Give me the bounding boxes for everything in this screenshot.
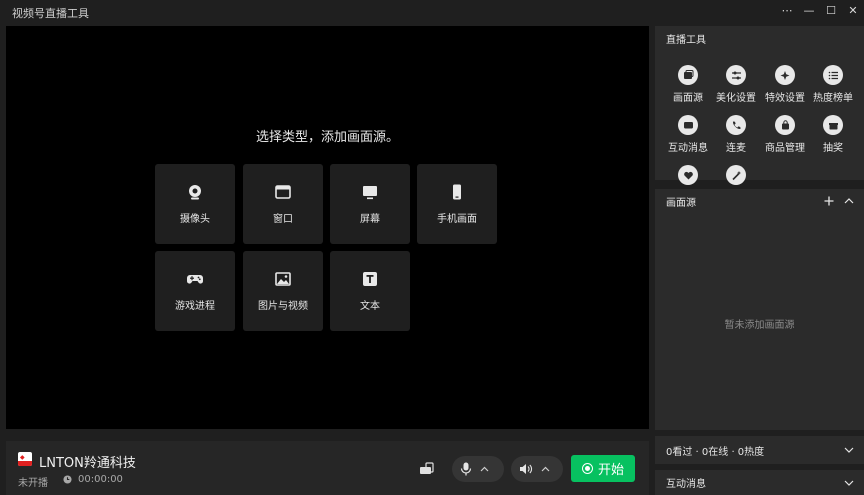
minimize-icon[interactable]: — bbox=[798, 0, 820, 20]
start-live-button[interactable]: 开始 bbox=[571, 455, 635, 482]
tool-products[interactable]: 商品管理 bbox=[759, 115, 811, 154]
tool-label: 特效设置 bbox=[765, 93, 805, 104]
interaction-panel[interactable]: 互动消息 bbox=[655, 470, 864, 495]
source-tile-screen[interactable]: 屏幕 bbox=[330, 164, 410, 244]
source-tile-text[interactable]: 文本 bbox=[330, 251, 410, 331]
tool-source[interactable]: 画面源 bbox=[662, 65, 714, 104]
image-icon bbox=[275, 272, 291, 286]
bottom-bar: ◆ LNTON羚通科技 未开播 00:00:00 开始 bbox=[6, 441, 649, 495]
sources-panel: 画面源 暂未添加画面源 bbox=[655, 189, 864, 430]
tools-grid: 画面源 美化设置 特效设置 热度榜单 互动消息 连麦 商品管理 抽奖 bbox=[655, 50, 864, 185]
speaker-control[interactable] bbox=[511, 456, 563, 482]
live-tools-panel: 直播工具 画面源 美化设置 特效设置 热度榜单 互动消息 连麦 商品管理 抽奖 bbox=[655, 26, 864, 185]
source-tile-game[interactable]: 游戏进程 bbox=[155, 251, 235, 331]
speaker-icon bbox=[520, 464, 533, 474]
live-tools-title: 直播工具 bbox=[666, 34, 706, 46]
shopping-bag-icon bbox=[781, 119, 789, 129]
chevron-down-icon[interactable] bbox=[844, 445, 854, 455]
source-label: 文本 bbox=[360, 301, 380, 312]
microphone-icon bbox=[460, 462, 472, 476]
tool-lottery[interactable]: 抽奖 bbox=[807, 115, 859, 154]
chevron-up-icon[interactable] bbox=[480, 466, 489, 472]
add-source-prompt: 选择类型，添加画面源。 bbox=[255, 130, 399, 145]
live-status: 未开播 bbox=[18, 478, 48, 489]
start-label: 开始 bbox=[597, 463, 624, 478]
tool-magic[interactable] bbox=[710, 165, 762, 189]
text-icon bbox=[363, 272, 377, 286]
tool-co-host[interactable]: 连麦 bbox=[710, 115, 762, 154]
list-icon bbox=[828, 71, 838, 79]
add-icon[interactable] bbox=[824, 196, 834, 206]
gift-icon bbox=[828, 122, 838, 129]
source-tile-image-video[interactable]: 图片与视频 bbox=[243, 251, 323, 331]
source-label: 窗口 bbox=[273, 214, 293, 225]
gamepad-icon bbox=[186, 275, 204, 284]
phone-icon bbox=[453, 184, 461, 200]
app-title: 视频号直播工具 bbox=[12, 7, 89, 20]
rotate-screen-icon[interactable] bbox=[419, 460, 435, 476]
source-label: 游戏进程 bbox=[175, 301, 215, 312]
record-icon bbox=[581, 463, 593, 474]
sliders-icon bbox=[731, 71, 741, 79]
source-icon bbox=[683, 69, 693, 79]
brand-logo: ◆ bbox=[18, 452, 32, 466]
sources-title: 画面源 bbox=[666, 197, 696, 209]
chevron-down-icon[interactable] bbox=[844, 478, 854, 488]
microphone-control[interactable] bbox=[452, 456, 504, 482]
brand-name: LNTON羚通科技 bbox=[39, 456, 136, 471]
call-icon bbox=[732, 121, 740, 129]
source-tile-phone[interactable]: 手机画面 bbox=[417, 164, 497, 244]
tool-effects[interactable]: 特效设置 bbox=[759, 65, 811, 104]
live-timer: 00:00:00 bbox=[78, 474, 123, 485]
tool-label: 美化设置 bbox=[716, 93, 756, 104]
preview-canvas: 选择类型，添加画面源。 摄像头 窗口 屏幕 手机画面 游戏进程 图片与视频 文本 bbox=[6, 26, 649, 429]
message-icon bbox=[683, 121, 693, 128]
stats-text: 0看过 · 0在线 · 0热度 bbox=[666, 446, 765, 458]
monitor-icon bbox=[363, 186, 377, 200]
tool-heat-ranking[interactable]: 热度榜单 bbox=[807, 65, 859, 104]
more-icon[interactable]: ⋯ bbox=[776, 0, 798, 20]
source-tile-camera[interactable]: 摄像头 bbox=[155, 164, 235, 244]
close-icon[interactable]: ✕ bbox=[842, 0, 864, 20]
tool-label: 互动消息 bbox=[668, 143, 708, 154]
source-label: 图片与视频 bbox=[258, 301, 308, 312]
tool-label: 连麦 bbox=[726, 143, 746, 154]
chevron-up-icon[interactable] bbox=[844, 196, 854, 206]
tool-label: 热度榜单 bbox=[813, 93, 853, 104]
window-icon bbox=[275, 185, 291, 199]
stats-panel[interactable]: 0看过 · 0在线 · 0热度 bbox=[655, 436, 864, 464]
sparkle-icon bbox=[780, 70, 789, 80]
stats-row: 0看过 · 0在线 · 0热度 bbox=[655, 436, 864, 464]
chevron-up-icon[interactable] bbox=[541, 466, 550, 472]
tool-messages[interactable]: 互动消息 bbox=[662, 115, 714, 154]
heart-icon bbox=[683, 171, 693, 179]
wand-icon bbox=[731, 170, 741, 180]
tool-label: 商品管理 bbox=[765, 143, 805, 154]
title-bar: 视频号直播工具 ⋯ — ☐ ✕ bbox=[0, 0, 864, 24]
tool-likes[interactable] bbox=[662, 165, 714, 189]
tool-label: 画面源 bbox=[673, 93, 703, 104]
source-label: 手机画面 bbox=[437, 214, 477, 225]
source-label: 屏幕 bbox=[360, 214, 380, 225]
sources-empty-text: 暂未添加画面源 bbox=[724, 320, 795, 331]
source-tile-window[interactable]: 窗口 bbox=[243, 164, 323, 244]
sources-panel-title: 画面源 bbox=[655, 189, 864, 213]
tool-label: 抽奖 bbox=[823, 143, 843, 154]
interaction-title: 互动消息 bbox=[666, 479, 706, 490]
source-label: 摄像头 bbox=[180, 214, 210, 225]
window-controls: ⋯ — ☐ ✕ bbox=[776, 0, 864, 20]
camera-icon bbox=[189, 185, 201, 200]
interaction-row: 互动消息 bbox=[655, 470, 864, 495]
maximize-icon[interactable]: ☐ bbox=[820, 0, 842, 20]
clock-icon bbox=[63, 475, 72, 484]
tool-beautify[interactable]: 美化设置 bbox=[710, 65, 762, 104]
